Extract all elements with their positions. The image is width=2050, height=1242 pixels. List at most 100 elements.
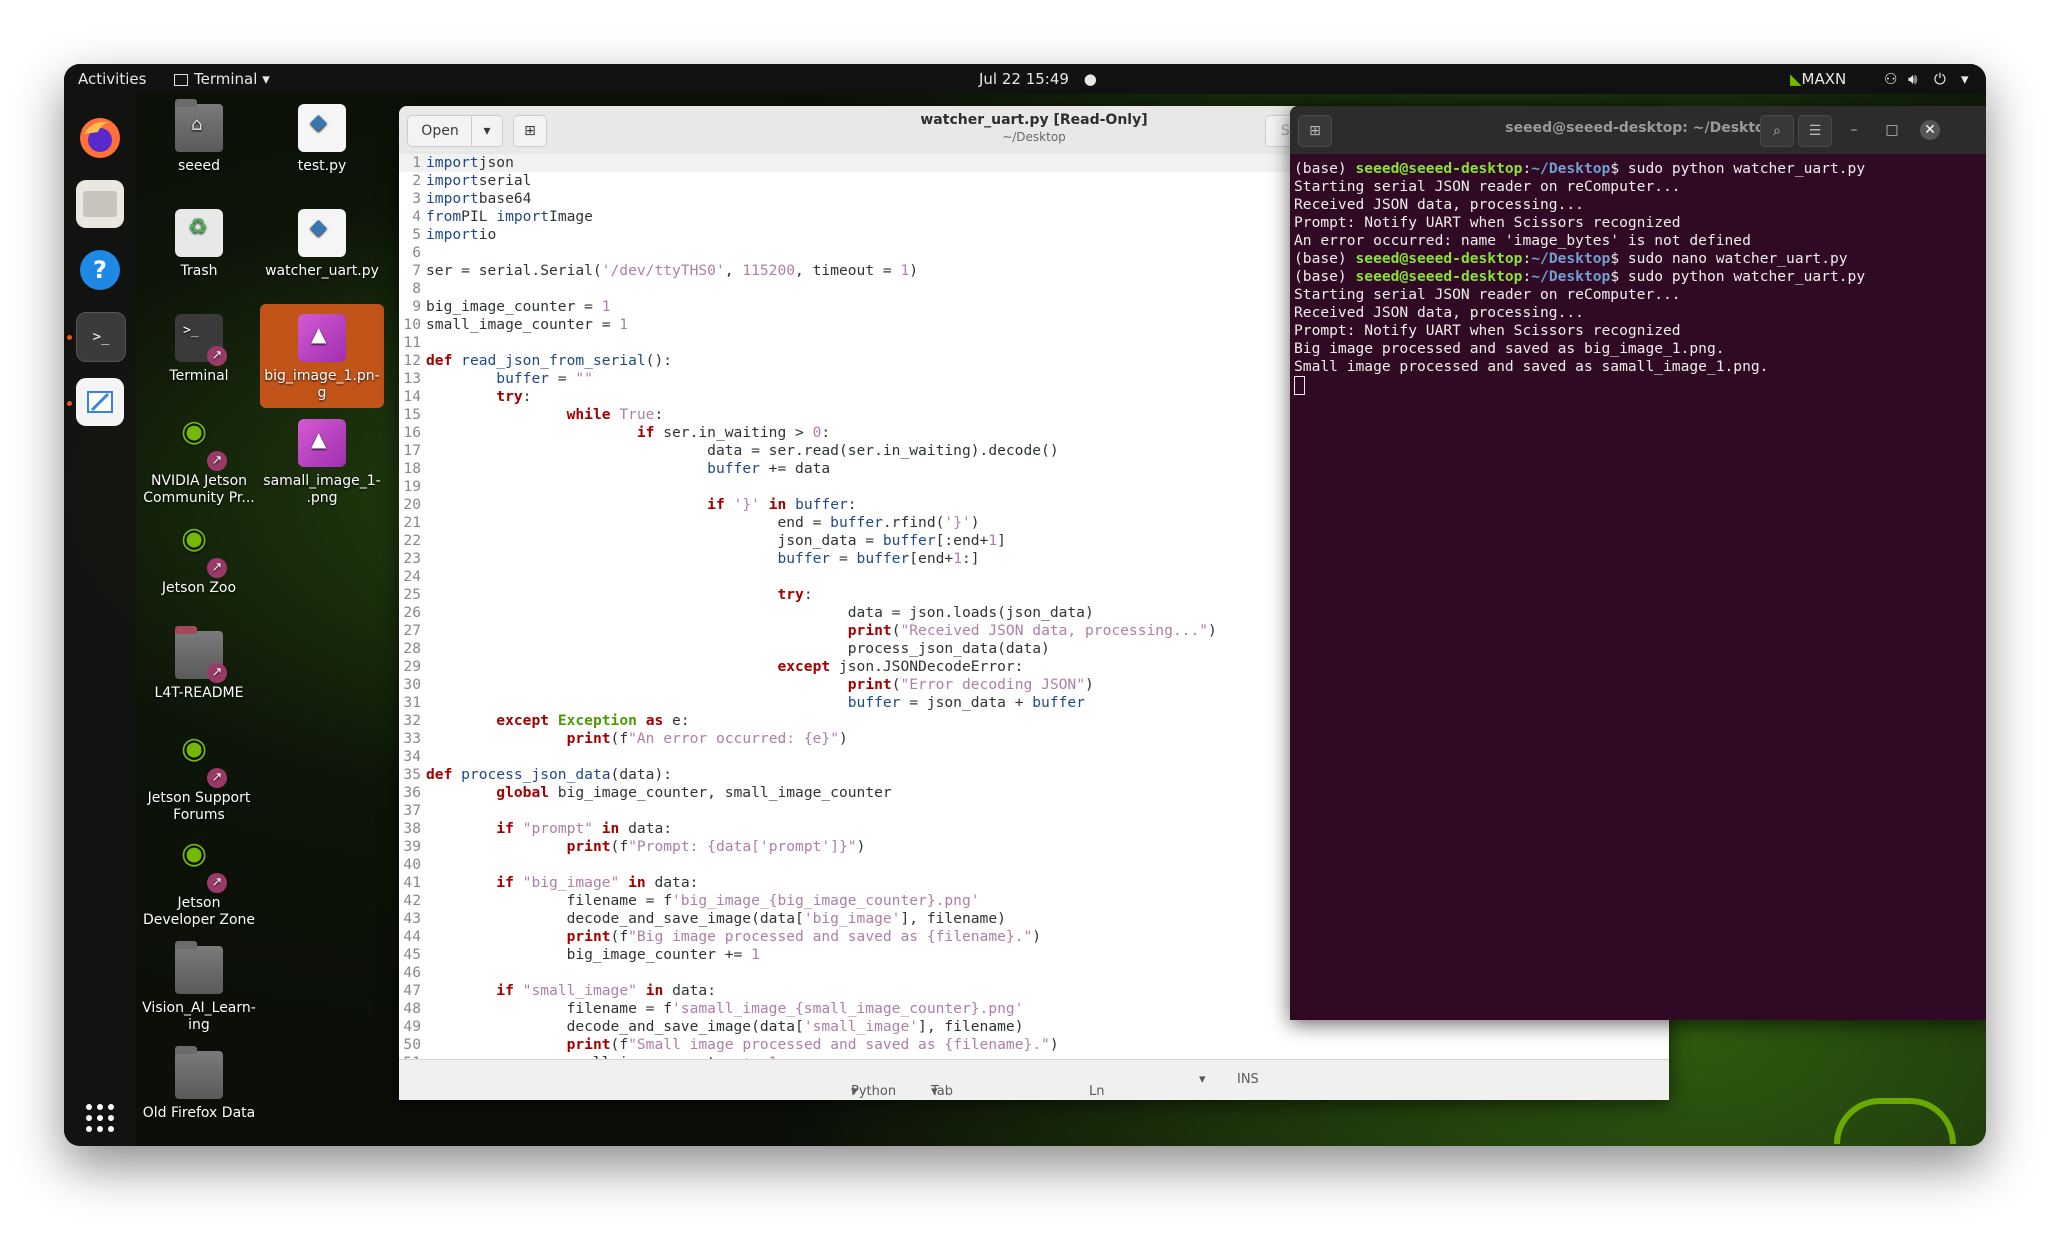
terminal-line: An error occurred: name 'image_bytes' is… <box>1294 232 1865 250</box>
line-number: 48 <box>403 1000 421 1017</box>
terminal-dock-icon[interactable]: >_ <box>76 312 126 362</box>
prompt-separator: : <box>1522 268 1532 285</box>
search-icon[interactable]: ⌕ <box>1760 115 1794 147</box>
code-token: : <box>654 406 664 423</box>
desktop-icon-label: watcher_uart.py <box>265 263 379 279</box>
line-number: 8 <box>412 280 421 297</box>
desktop-icon-big-image[interactable]: ▲ big_image_1.pn- g <box>260 304 384 408</box>
link-arrow-icon: ↗ <box>207 346 227 366</box>
code-token: buffer <box>707 460 760 477</box>
clock[interactable]: Jul 22 15:49 ● <box>979 70 1097 88</box>
code-token: import <box>426 172 479 189</box>
line-number: 3 <box>412 190 421 207</box>
code-token: def <box>426 766 453 783</box>
nvidia-logo-icon: ◉ ↗ <box>175 524 227 578</box>
line-number: 2 <box>412 172 421 189</box>
terminal-line: Prompt: Notify UART when Scissors recogn… <box>1294 322 1865 340</box>
code-token: if <box>636 424 655 441</box>
help-icon[interactable]: ? <box>76 246 124 294</box>
desktop-icon-terminal[interactable]: >_ ↗ Terminal <box>139 314 259 385</box>
activities-button[interactable]: Activities <box>78 70 146 88</box>
code-token: 1 <box>619 316 629 333</box>
desktop-icon-vision-ai-learning[interactable]: Vision_AI_Learn- ing <box>139 941 259 1034</box>
code-token: '}' <box>944 514 971 531</box>
output-text: Starting serial JSON reader on reCompute… <box>1294 286 1681 303</box>
desktop-icon-jetson-developer-zone[interactable]: ◉ ↗ Jetson Developer Zone <box>139 839 259 929</box>
code-token: "small_image" <box>522 982 637 999</box>
code-token: in <box>645 982 664 999</box>
close-icon[interactable]: ✕ <box>1920 120 1940 140</box>
hamburger-menu-icon[interactable]: ☰ <box>1798 115 1832 147</box>
volume-icon[interactable]: 🔊︎ <box>1908 70 1917 88</box>
code-token: .rfind( <box>882 514 945 531</box>
code-token: buffer <box>847 694 901 711</box>
code-token: (f <box>610 1036 629 1053</box>
code-token: filename = f <box>426 1000 673 1017</box>
desktop-icon-old-firefox-data[interactable]: Old Firefox Data <box>139 1046 259 1122</box>
files-icon[interactable] <box>76 180 124 228</box>
folder-icon <box>175 1046 223 1099</box>
position-chevron-icon[interactable]: ▾ <box>1199 1072 1206 1087</box>
code-token: try <box>777 586 804 603</box>
code-token: if <box>496 982 514 999</box>
cursor-position-label: Ln 1, Col 1 <box>1089 1084 1105 1100</box>
text-editor-icon[interactable] <box>76 378 124 426</box>
desktop-icon-jetson-zoo[interactable]: ◉ ↗ Jetson Zoo <box>139 524 259 597</box>
desktop-icon-watcher-uart-py[interactable]: ◆ watcher_uart.py <box>262 209 382 280</box>
maximize-icon[interactable]: □ <box>1882 120 1902 140</box>
code-token: "Prompt: {data['prompt']}" <box>628 838 857 855</box>
power-icon[interactable]: ⏻ <box>1934 70 1946 88</box>
nvidia-logo-icon: ◉ ↗ <box>175 839 227 893</box>
code-token: def <box>426 352 453 369</box>
terminal-line: Small image processed and saved as samal… <box>1294 358 1865 376</box>
running-indicator <box>67 335 72 340</box>
line-number: 43 <box>403 910 421 927</box>
line-number: 40 <box>403 856 421 873</box>
code-token: 'small_image' <box>803 1018 919 1035</box>
desktop-icon-small-image[interactable]: ▲ samall_image_1- .png <box>262 419 382 507</box>
app-menu[interactable]: Terminal ▾ <box>174 70 270 88</box>
terminal-window: ⊞ seeed@seeed-desktop: ~/Desktop ⌕ ☰ – □… <box>1290 106 1986 1020</box>
dock: ? >_ <box>64 94 136 1146</box>
code-token: (f <box>610 838 629 855</box>
desktop-icon-seeed[interactable]: ⌂ seeed <box>139 99 259 175</box>
desktop-screen: Activities Terminal ▾ Jul 22 15:49 ● ◣MA… <box>64 64 1986 1146</box>
code-token: data: <box>663 982 716 999</box>
desktop-icon-trash[interactable]: ♻ Trash <box>139 209 259 280</box>
code-token: = json_data + <box>900 694 1033 711</box>
firefox-icon[interactable] <box>76 114 124 162</box>
code-token: json_data = <box>426 532 883 549</box>
code-token: small_image_counter = <box>426 316 620 333</box>
terminal-output[interactable]: (base) seeed@seeed-desktop:~/Desktop$ su… <box>1294 160 1866 395</box>
minimize-icon[interactable]: – <box>1844 120 1864 140</box>
code-token: try <box>496 388 523 405</box>
desktop-icon-test-py[interactable]: ◆ test.py <box>262 104 382 175</box>
desktop-icon-nvidia-community[interactable]: ◉ ↗ NVIDIA Jetson Community Pr... <box>139 417 259 507</box>
desktop-icon-l4t-readme[interactable]: ↗ L4T-README <box>139 626 259 702</box>
prompt-cmd: $ sudo python watcher_uart.py <box>1610 160 1866 177</box>
power-mode-indicator[interactable]: ◣MAXN <box>1790 70 1846 88</box>
output-text: Received JSON data, processing... <box>1294 304 1584 321</box>
desktop-icon-jetson-support-forums[interactable]: ◉ ↗ Jetson Support Forums <box>139 734 259 824</box>
folder-icon: ↗ <box>175 626 227 683</box>
output-text: Starting serial JSON reader on reCompute… <box>1294 178 1681 195</box>
line-number: 15 <box>403 406 421 423</box>
code-token: (f <box>610 730 629 747</box>
show-applications-icon[interactable] <box>76 1094 124 1142</box>
code-token: data = json.loads(json_data) <box>426 604 1094 621</box>
terminal-line: Received JSON data, processing... <box>1294 304 1865 322</box>
nvidia-watermark <box>1834 1098 1956 1144</box>
code-token: base64 <box>478 190 532 207</box>
system-menu-chevron-icon[interactable]: ▾ <box>1961 70 1969 88</box>
desktop-icon-label: Jetson Developer Zone <box>142 895 256 928</box>
network-icon[interactable]: ⚇ <box>1884 70 1897 88</box>
power-mode-label: MAXN <box>1801 70 1847 88</box>
line-number: 11 <box>403 334 421 351</box>
